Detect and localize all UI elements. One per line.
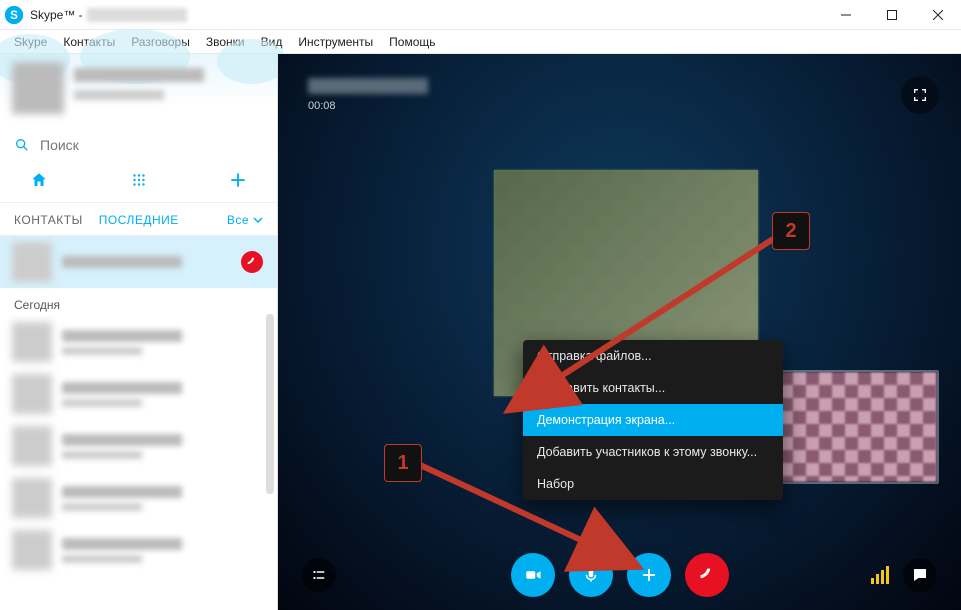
contact-avatar (12, 426, 52, 466)
call-options-button[interactable] (302, 558, 336, 592)
tab-recent[interactable]: ПОСЛЕДНИЕ (99, 213, 179, 227)
sidebar-scrollbar[interactable] (266, 314, 274, 494)
local-video-pip[interactable] (765, 370, 939, 484)
contact-name (62, 538, 182, 550)
dialpad-icon[interactable] (130, 171, 148, 194)
contact-avatar (12, 322, 52, 362)
window-close-button[interactable] (915, 0, 961, 30)
call-controls (278, 558, 961, 592)
my-status (74, 90, 164, 100)
window-maximize-button[interactable] (869, 0, 915, 30)
sidebar: КОНТАКТЫ ПОСЛЕДНИЕ Все Сегодня (0, 54, 278, 610)
search-icon (14, 137, 30, 153)
ctx-send-files[interactable]: Отправка файлов... (523, 340, 783, 372)
my-avatar[interactable] (12, 62, 64, 114)
recent-item[interactable] (0, 316, 277, 368)
recent-list: Сегодня (0, 236, 277, 610)
profile-area[interactable] (0, 54, 277, 129)
contact-avatar (12, 478, 52, 518)
menu-help[interactable]: Помощь (381, 32, 443, 52)
my-name (74, 68, 204, 82)
call-peer-name (308, 78, 428, 94)
new-conversation-icon[interactable] (229, 171, 247, 194)
recent-item[interactable] (0, 524, 277, 576)
contact-avatar (12, 242, 52, 282)
fullscreen-button[interactable] (901, 76, 939, 114)
contact-name (62, 330, 182, 342)
tab-contacts[interactable]: КОНТАКТЫ (14, 213, 83, 227)
search-row[interactable] (0, 129, 277, 161)
window-minimize-button[interactable] (823, 0, 869, 30)
recent-item[interactable] (0, 368, 277, 420)
toggle-video-button[interactable] (511, 553, 555, 597)
window-title-username (87, 8, 187, 22)
contact-name (62, 382, 182, 394)
toggle-mic-button[interactable] (569, 553, 613, 597)
mini-hangup-button[interactable] (241, 251, 263, 273)
contact-name (62, 256, 182, 268)
contact-avatar (12, 530, 52, 570)
recent-filter-label: Все (227, 213, 249, 227)
recent-item[interactable] (0, 472, 277, 524)
search-input[interactable] (40, 137, 263, 153)
menu-tools[interactable]: Инструменты (290, 32, 381, 52)
ctx-add-participants[interactable]: Добавить участников к этому звонку... (523, 436, 783, 468)
recent-filter[interactable]: Все (227, 213, 263, 227)
annotation-badge-1: 1 (384, 444, 422, 482)
skype-logo-icon: S (4, 5, 24, 25)
section-today: Сегодня (0, 288, 277, 316)
plus-context-menu: Отправка файлов... Отправить контакты...… (523, 340, 783, 500)
home-icon[interactable] (30, 171, 48, 194)
titlebar: S Skype™ - (0, 0, 961, 30)
chevron-down-icon (253, 215, 263, 225)
svg-text:S: S (10, 9, 18, 22)
hangup-button[interactable] (685, 553, 729, 597)
add-action-button[interactable] (627, 553, 671, 597)
recent-item[interactable] (0, 420, 277, 472)
chat-toggle-button[interactable] (903, 558, 937, 592)
window-title: Skype™ - (30, 8, 83, 22)
annotation-badge-2: 2 (772, 212, 810, 250)
contact-name (62, 434, 182, 446)
contact-name (62, 486, 182, 498)
call-quality-indicator[interactable] (871, 566, 889, 584)
recent-item-active-call[interactable] (0, 236, 277, 288)
contact-avatar (12, 374, 52, 414)
ctx-send-contacts[interactable]: Отправить контакты... (523, 372, 783, 404)
ctx-share-screen[interactable]: Демонстрация экрана... (523, 404, 783, 436)
call-timer: 00:08 (308, 100, 336, 112)
ctx-dialpad[interactable]: Набор (523, 468, 783, 500)
call-stage: 00:08 Владимир Белев Отправка файлов... … (278, 54, 961, 610)
